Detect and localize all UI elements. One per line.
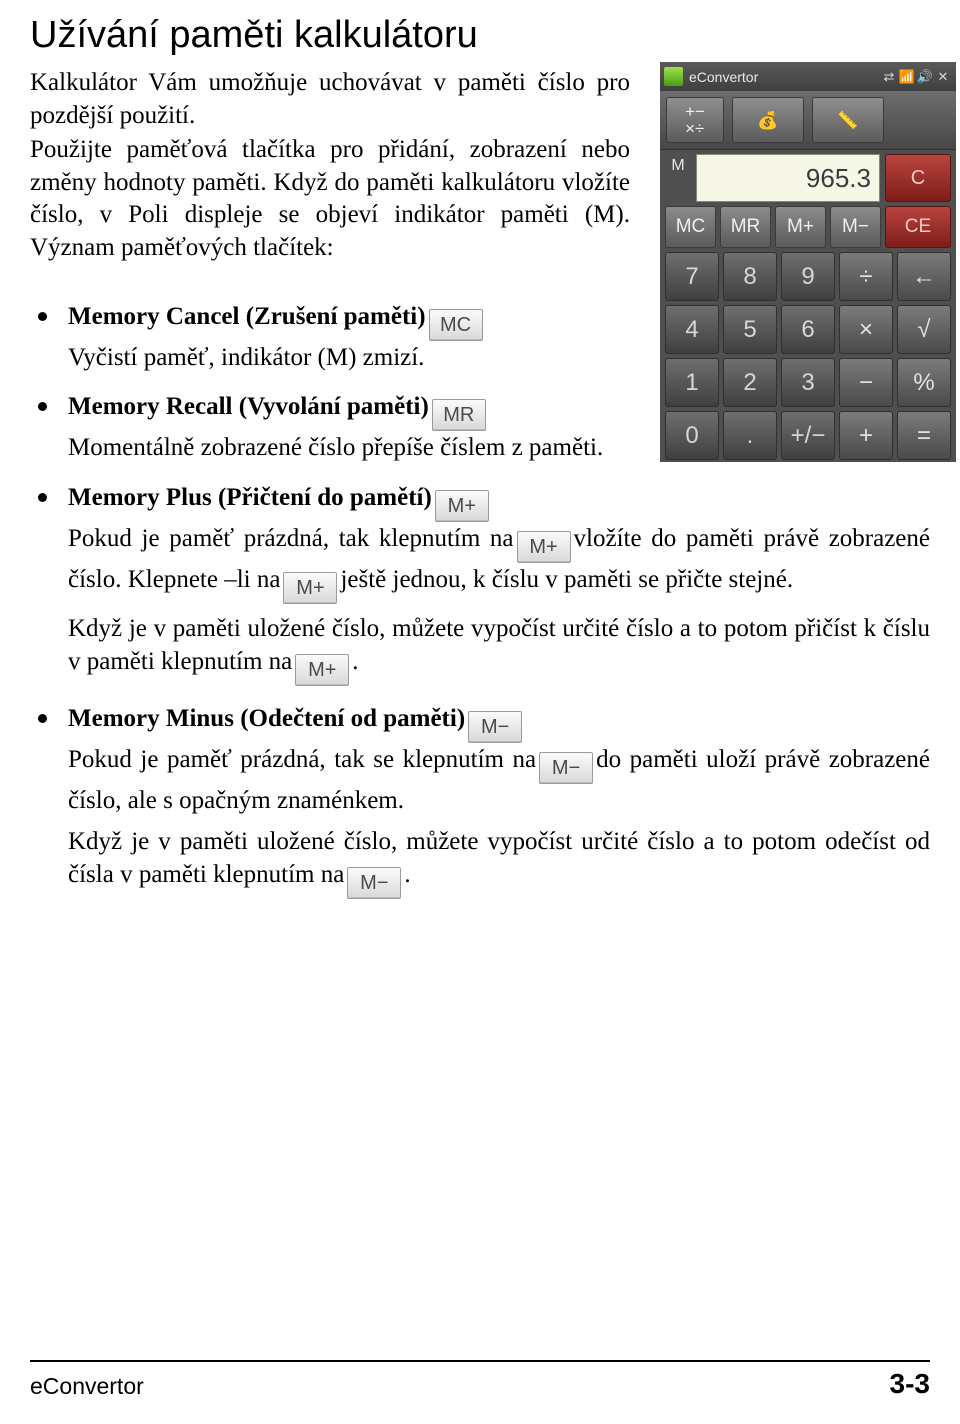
text-fragment: . [404,861,411,889]
key-backspace[interactable]: ← [897,252,951,301]
bullet-icon [38,492,47,502]
mplus-key-icon: M+ [516,530,571,563]
memory-minus-button[interactable]: M− [830,206,881,248]
keypad-row: 7 8 9 ÷ ← [665,252,951,301]
clear-entry-button[interactable]: CE [885,206,951,248]
key-divide[interactable]: ÷ [839,252,893,301]
volume-icon[interactable]: 🔊 [916,69,934,85]
signal-icon[interactable]: 📶 [898,69,916,85]
bullet-icon [38,312,47,321]
item-heading: Memory Cancel (Zrušení paměti) [68,303,426,330]
mplus-key-icon: M+ [283,571,338,604]
currency-mode-button[interactable]: 💰 [732,97,804,143]
calculator-display: 965.3 [696,154,880,202]
calculator-toolbar: +− ×÷ 💰 📏 [660,91,956,150]
item-description: Momentálně zobrazené číslo přepíše čísle… [68,434,604,462]
footer-left: eConvertor [30,1373,144,1399]
item-paragraph-2: Když je v paměti uložené číslo, můžete v… [68,612,930,686]
list-item: Memory Cancel (Zrušení paměti) MC Vyčistí… [30,300,930,374]
calculator-memory-row: MC MR M+ M− CE [660,206,956,252]
item-paragraph-1: Pokud je paměť prázdná, tak se klepnutím… [68,743,930,817]
calculator-display-row: M 965.3 C [660,150,956,206]
list-item: Memory Recall (Vyvolání paměti) MR Moment… [30,390,930,464]
footer-page-number: 3-3 [889,1368,930,1399]
close-icon[interactable]: ✕ [934,69,952,85]
memory-plus-button[interactable]: M+ [775,206,826,248]
text-fragment: Pokud je paměť prázdná, tak se klepnutím… [68,745,537,773]
list-item: Memory Plus (Přičtení do pamětí) M+ Pokud… [30,481,930,686]
text-fragment: Když je v paměti uložené číslo, můžete v… [68,614,930,675]
mplus-key-icon: M+ [295,653,350,686]
intro-paragraph-1: Kalkulátor Vám umožňuje uchovávat v pamě… [30,69,630,129]
mminus-key-icon: M− [539,751,594,784]
unit-mode-button[interactable]: 📏 [812,97,884,143]
memory-buttons-list: Memory Cancel (Zrušení paměti) MC Vyčistí… [30,300,930,900]
memory-cancel-button[interactable]: MC [665,206,716,248]
operations-mode-button[interactable]: +− ×÷ [666,97,724,143]
key-8[interactable]: 8 [723,252,777,301]
text-fragment: ještě jednou, k číslu v paměti se přičte… [340,565,794,593]
bullet-icon [38,402,47,412]
item-heading: Memory Plus (Přičtení do pamětí) [68,483,432,511]
item-paragraph-2: Když je v paměti uložené číslo, můžete v… [68,825,930,900]
mr-key-icon: MR [431,399,486,432]
mminus-key-icon: M− [347,867,402,900]
intro-paragraph-2: Použijte paměťová tlačítka pro přidání, … [30,136,630,261]
intro-text: Kalkulátor Vám umožňuje uchovávat v pamě… [30,67,630,264]
document-page: Užívání paměti kalkulátoru Kalkulátor Vá… [0,0,960,1424]
calculator-titlebar: eConvertor ⇄ 📶 🔊 ✕ [660,62,956,91]
page-footer: eConvertor 3-3 [30,1360,930,1400]
item-heading: Memory Recall (Vyvolání paměti) [68,393,429,421]
bullet-icon [38,713,47,723]
memory-recall-button[interactable]: MR [720,206,771,248]
mplus-key-icon: M+ [434,489,489,522]
mc-key-icon: MC [428,309,483,341]
item-heading: Memory Minus (Odečtení od paměti) [68,704,466,732]
item-paragraph-1: Pokud je paměť prázdná, tak klepnutím na… [68,522,930,604]
calculator-window-title: eConvertor [689,68,759,85]
text-fragment: . [352,647,359,675]
text-fragment: Pokud je paměť prázdná, tak klepnutím na [68,524,514,552]
windows-logo-icon [664,67,683,86]
swap-icon[interactable]: ⇄ [880,69,898,85]
item-description: Vyčistí paměť, indikátor (M) zmizí. [68,344,425,371]
page-title: Užívání paměti kalkulátoru [30,14,478,56]
list-item: Memory Minus (Odečtení od paměti) M− Poku… [30,702,930,900]
memory-indicator: M [671,157,685,174]
key-7[interactable]: 7 [665,252,719,301]
text-fragment: Když je v paměti uložené číslo, můžete v… [68,828,930,889]
mminus-key-icon: M− [468,710,523,743]
clear-button[interactable]: C [885,154,951,202]
key-9[interactable]: 9 [781,252,835,301]
